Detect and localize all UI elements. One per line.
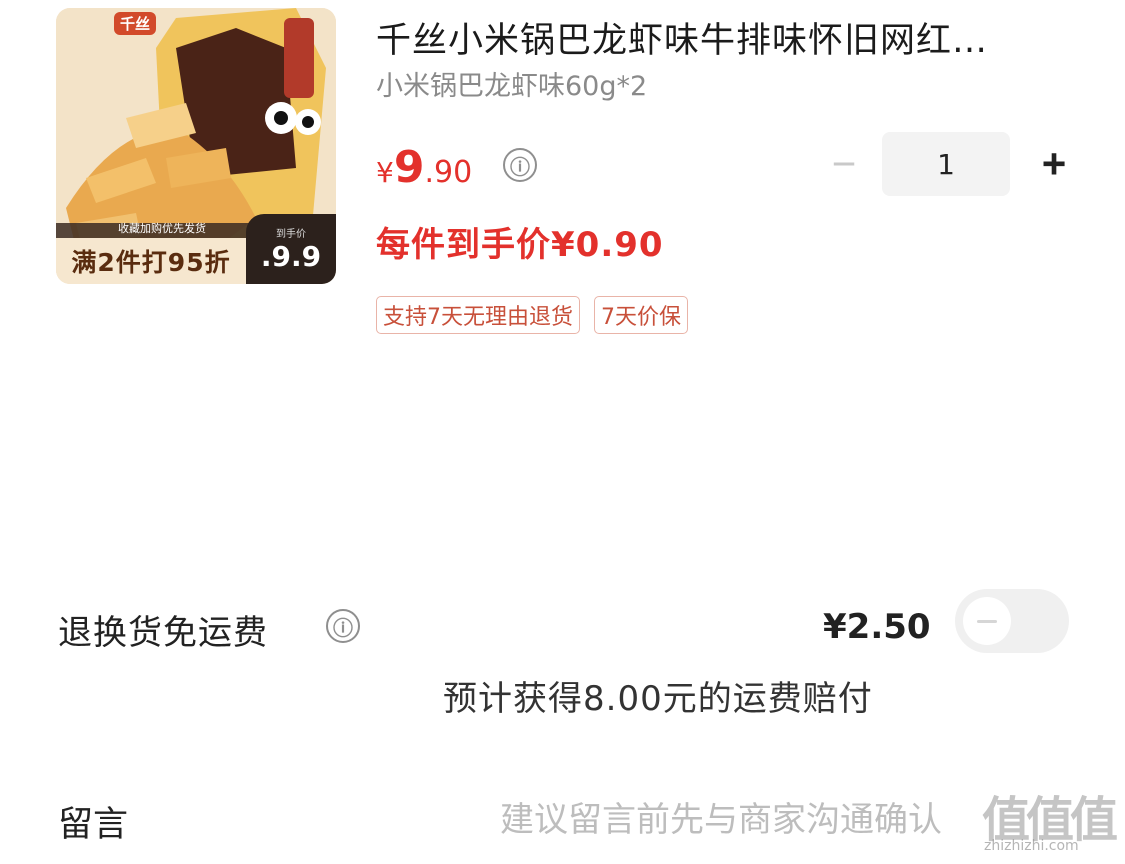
price-currency: ¥ [376, 156, 394, 189]
per-unit-price: 每件到手价¥0.90 [376, 225, 664, 265]
product-title[interactable]: 千丝小米锅巴龙虾味牛排味怀旧网红… [376, 12, 1076, 63]
promo-discount-badge: 满2件打95折 [56, 238, 246, 284]
free-return-shipping-toggle[interactable] [955, 589, 1069, 653]
promo-price-label: 到手价 [276, 229, 306, 240]
service-tags: 支持7天无理由退货 7天价保 [376, 296, 688, 334]
shipping-info-icon[interactable]: ⓘ [326, 609, 360, 643]
product-image[interactable]: 千丝 收藏加购优先发货 满2件打95折 到手价 .9.9 [56, 8, 336, 284]
tag-price-protection: 7天价保 [594, 296, 688, 334]
quantity-input[interactable] [882, 132, 1010, 196]
promo-small-text: 收藏加购优先发货 [118, 222, 206, 235]
quantity-stepper: − + [820, 132, 1078, 196]
promo-price-value: .9.9 [260, 240, 322, 273]
increase-quantity-button[interactable]: + [1030, 140, 1078, 188]
free-return-shipping-label: 退换货免运费 [58, 613, 268, 653]
toggle-knob [963, 597, 1011, 645]
message-input[interactable] [500, 792, 1080, 848]
shipping-insurance-price: ¥2.50 [823, 607, 931, 647]
promo-price-badge: 到手价 .9.9 [246, 214, 336, 284]
price-info-icon[interactable]: ⓘ [503, 148, 537, 182]
product-price: ¥ 9 .90 [376, 142, 472, 193]
shipping-compensation-text: 预计获得8.00元的运费赔付 [443, 679, 873, 719]
brand-logo: 千丝 [114, 12, 157, 35]
product-spec[interactable]: 小米锅巴龙虾味60g*2 [376, 64, 647, 103]
price-decimal: .90 [424, 155, 473, 190]
minus-icon [977, 619, 997, 623]
price-integer: 9 [393, 142, 425, 193]
message-label: 留言 [58, 805, 129, 845]
tag-7day-return: 支持7天无理由退货 [376, 296, 580, 334]
decrease-quantity-button[interactable]: − [820, 140, 868, 188]
